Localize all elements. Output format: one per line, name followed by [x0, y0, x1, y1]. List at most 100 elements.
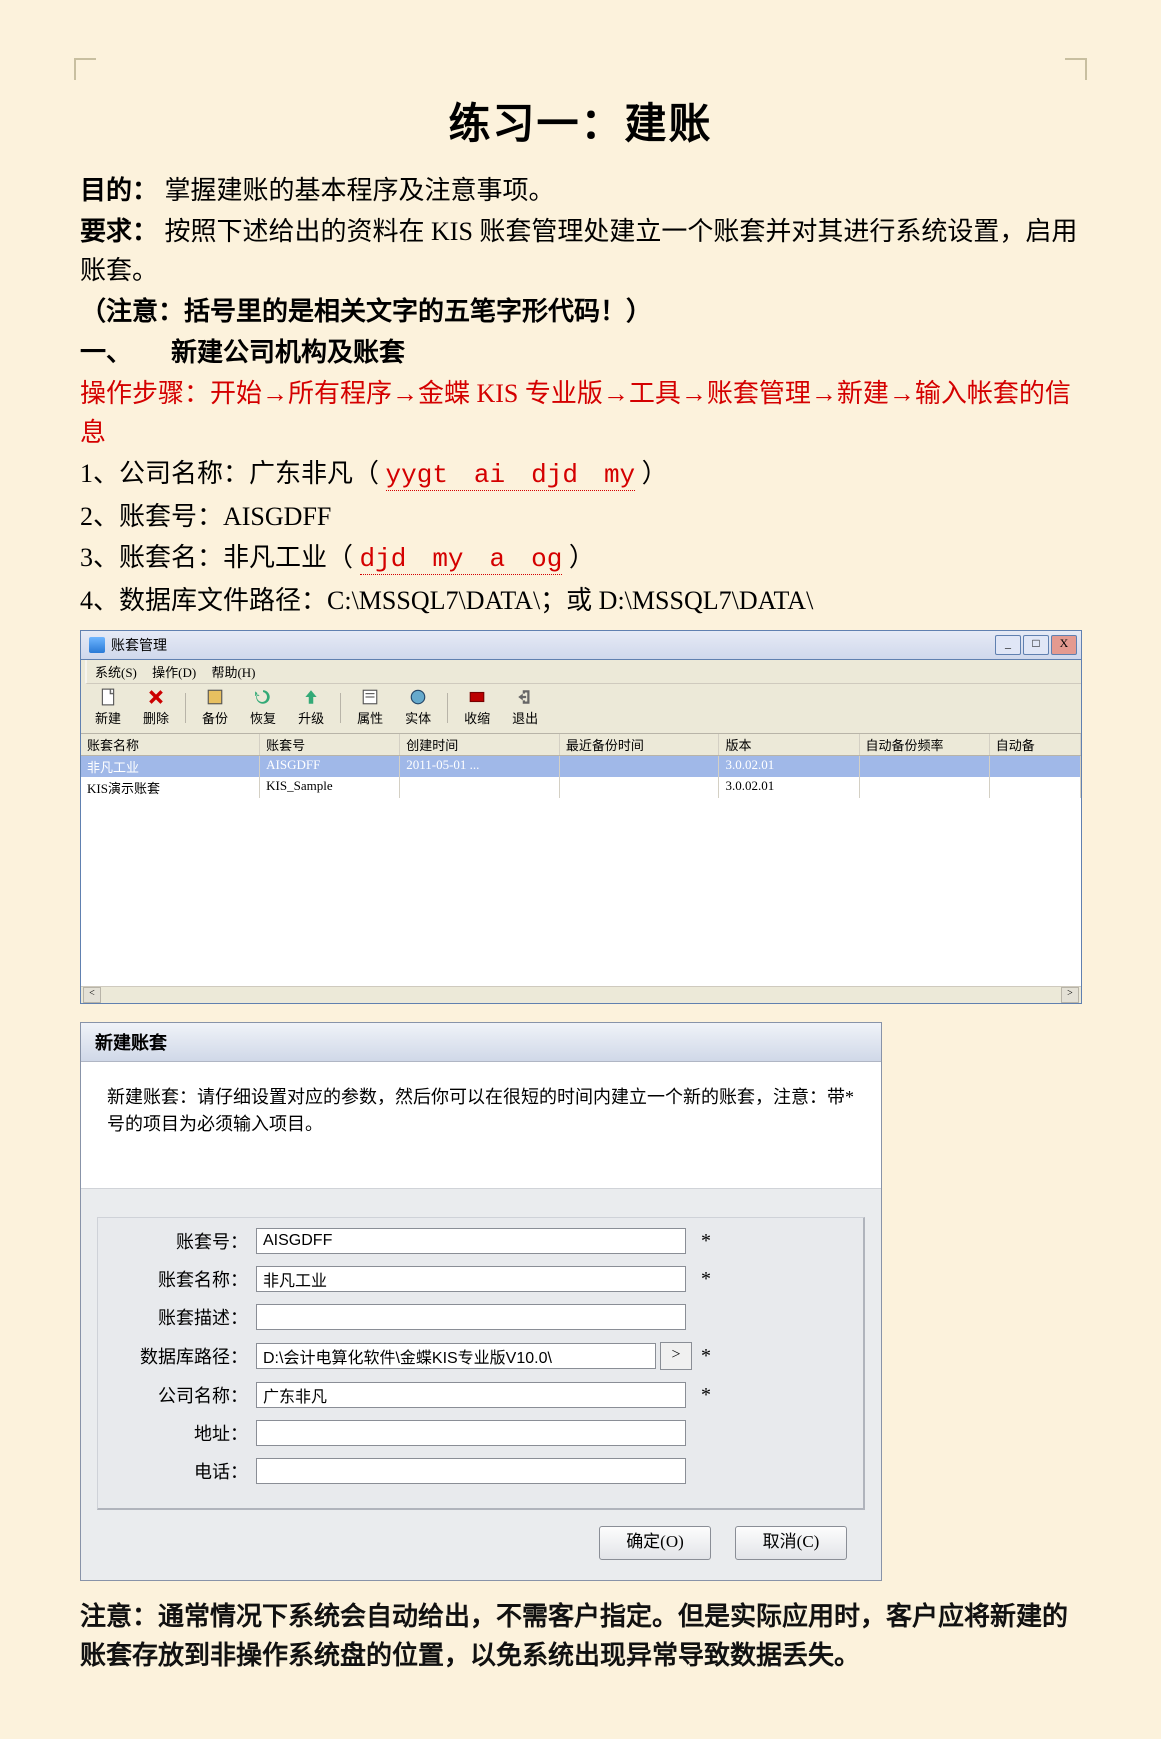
- menu-system[interactable]: 系统(S): [95, 665, 137, 680]
- new-icon: [99, 688, 117, 706]
- goal-text: 掌握建账的基本程序及注意事项。: [165, 176, 555, 205]
- cell: AISGDFF: [260, 756, 400, 777]
- window-close-button[interactable]: X: [1051, 635, 1077, 655]
- toolbar-backup[interactable]: 备份: [192, 686, 238, 729]
- required-marker: *: [696, 1230, 716, 1253]
- table-row[interactable]: 非凡工业 AISGDFF 2011-05-01 ... 3.0.02.01: [81, 756, 1081, 777]
- toolbar: 新建 删除 备份 恢复 升级 属性 实体 收缩 退出: [81, 684, 1081, 734]
- cell: KIS_Sample: [260, 777, 400, 798]
- goal-line: 目的： 掌握建账的基本程序及注意事项。: [80, 171, 1081, 210]
- scroll-left-button[interactable]: <: [83, 987, 101, 1003]
- account-desc-label: 账套描述：: [108, 1304, 256, 1330]
- account-no-label: 账套号：: [108, 1228, 256, 1254]
- toolbar-properties[interactable]: 属性: [347, 686, 393, 729]
- app-icon: [89, 637, 105, 653]
- list-item-4: 4、数据库文件路径：C:\MSSQL7\DATA\；或 D:\MSSQL7\DA…: [80, 581, 1081, 620]
- cell: 2011-05-01 ...: [400, 756, 560, 777]
- toolbar-exit[interactable]: 退出: [502, 686, 548, 729]
- window-min-button[interactable]: _: [995, 635, 1021, 655]
- toolbar-entity[interactable]: 实体: [395, 686, 441, 729]
- cell: [990, 777, 1081, 798]
- account-no-input[interactable]: [256, 1228, 686, 1254]
- li1-a: 1、公司名称：广东非凡（: [80, 459, 379, 488]
- ok-button[interactable]: 确定(O): [599, 1526, 711, 1560]
- new-account-dialog: 新建账套 新建账套：请仔细设置对应的参数，然后你可以在很短的时间内建立一个新的账…: [80, 1022, 882, 1581]
- toolbar-upgrade-label: 升级: [298, 708, 324, 727]
- table-body: 非凡工业 AISGDFF 2011-05-01 ... 3.0.02.01 KI…: [81, 756, 1081, 986]
- goal-label: 目的：: [80, 176, 158, 205]
- scrollbar-horizontal[interactable]: < >: [81, 986, 1081, 1003]
- footnote: 注意：通常情况下系统会自动给出，不需客户指定。但是实际应用时，客户应将新建的账套…: [80, 1597, 1081, 1675]
- window-titlebar[interactable]: 账套管理 _ □ X: [81, 631, 1081, 660]
- dialog-form: 账套号： * 账套名称： * 账套描述： 数据库路径： >: [81, 1188, 881, 1580]
- li3-codes: djd my a og: [360, 544, 563, 575]
- cell: [860, 756, 990, 777]
- cell: KIS演示账套: [81, 777, 260, 798]
- toolbar-delete[interactable]: 删除: [133, 686, 179, 729]
- cell: [400, 777, 560, 798]
- window-title-text: 账套管理: [111, 635, 167, 655]
- menu-help[interactable]: 帮助(H): [211, 665, 255, 680]
- dialog-buttons: 确定(O) 取消(C): [91, 1510, 871, 1564]
- li3-b: ）: [569, 543, 595, 572]
- menu-operation[interactable]: 操作(D): [152, 665, 196, 680]
- col-autofreq[interactable]: 自动备份频率: [860, 734, 990, 755]
- cell: [560, 777, 720, 798]
- cell: [560, 756, 720, 777]
- account-name-label: 账套名称：: [108, 1266, 256, 1292]
- req-label: 要求：: [80, 217, 158, 246]
- req-line: 要求： 按照下述给出的资料在 KIS 账套管理处建立一个账套并对其进行系统设置，…: [80, 212, 1081, 290]
- toolbar-exit-label: 退出: [512, 708, 538, 727]
- address-input[interactable]: [256, 1420, 686, 1446]
- table-header: 账套名称 账套号 创建时间 最近备份时间 版本 自动备份频率 自动备: [81, 734, 1081, 756]
- account-desc-input[interactable]: [256, 1304, 686, 1330]
- dialog-message: 新建账套：请仔细设置对应的参数，然后你可以在很短的时间内建立一个新的账套，注意：…: [81, 1062, 881, 1188]
- document-page: 练习一：建账 目的： 掌握建账的基本程序及注意事项。 要求： 按照下述给出的资料…: [0, 0, 1161, 1739]
- toolbar-restore-label: 恢复: [250, 708, 276, 727]
- scroll-right-button[interactable]: >: [1061, 987, 1079, 1003]
- note-line-1: （注意：括号里的是相关文字的五笔字形代码！）: [80, 292, 1081, 331]
- toolbar-collapse-label: 收缩: [464, 708, 490, 727]
- account-name-input[interactable]: [256, 1266, 686, 1292]
- col-autobackup[interactable]: 自动备: [990, 734, 1081, 755]
- col-id[interactable]: 账套号: [260, 734, 400, 755]
- cell: 非凡工业: [81, 756, 260, 777]
- browse-button[interactable]: >: [660, 1342, 692, 1370]
- toolbar-new[interactable]: 新建: [85, 686, 131, 729]
- list-item-3: 3、账套名：非凡工业（ djd my a og ）: [80, 538, 1081, 579]
- toolbar-properties-label: 属性: [357, 708, 383, 727]
- toolbar-collapse[interactable]: 收缩: [454, 686, 500, 729]
- upgrade-icon: [302, 688, 320, 706]
- col-version[interactable]: 版本: [719, 734, 859, 755]
- window-max-button[interactable]: □: [1023, 635, 1049, 655]
- toolbar-separator: [340, 693, 341, 723]
- li1-codes: yygt ai djd my: [386, 460, 636, 491]
- dialog-title[interactable]: 新建账套: [81, 1023, 881, 1062]
- cell: 3.0.02.01: [719, 777, 859, 798]
- toolbar-delete-label: 删除: [143, 708, 169, 727]
- form-panel: 账套号： * 账套名称： * 账套描述： 数据库路径： >: [97, 1217, 865, 1510]
- toolbar-separator: [447, 693, 448, 723]
- properties-icon: [361, 688, 379, 706]
- cancel-button[interactable]: 取消(C): [735, 1526, 847, 1560]
- toolbar-upgrade[interactable]: 升级: [288, 686, 334, 729]
- list-item-1: 1、公司名称：广东非凡（ yygt ai djd my ）: [80, 454, 1081, 495]
- section-heading-1: 一、 新建公司机构及账套: [80, 333, 1081, 372]
- table-row[interactable]: KIS演示账套 KIS_Sample 3.0.02.01: [81, 777, 1081, 798]
- company-name-input[interactable]: [256, 1382, 686, 1408]
- required-marker: *: [696, 1268, 716, 1291]
- delete-icon: [147, 688, 165, 706]
- address-label: 地址：: [108, 1420, 256, 1446]
- db-path-label: 数据库路径：: [108, 1343, 256, 1369]
- company-name-label: 公司名称：: [108, 1382, 256, 1408]
- phone-input[interactable]: [256, 1458, 686, 1484]
- col-name[interactable]: 账套名称: [81, 734, 260, 755]
- phone-label: 电话：: [108, 1458, 256, 1484]
- col-lastbackup[interactable]: 最近备份时间: [560, 734, 720, 755]
- col-created[interactable]: 创建时间: [400, 734, 560, 755]
- toolbar-restore[interactable]: 恢复: [240, 686, 286, 729]
- db-path-input[interactable]: [256, 1343, 656, 1369]
- restore-icon: [254, 688, 272, 706]
- req-text: 按照下述给出的资料在 KIS 账套管理处建立一个账套并对其进行系统设置，启用账套…: [80, 217, 1077, 285]
- page-corner-tr: [1065, 58, 1087, 80]
